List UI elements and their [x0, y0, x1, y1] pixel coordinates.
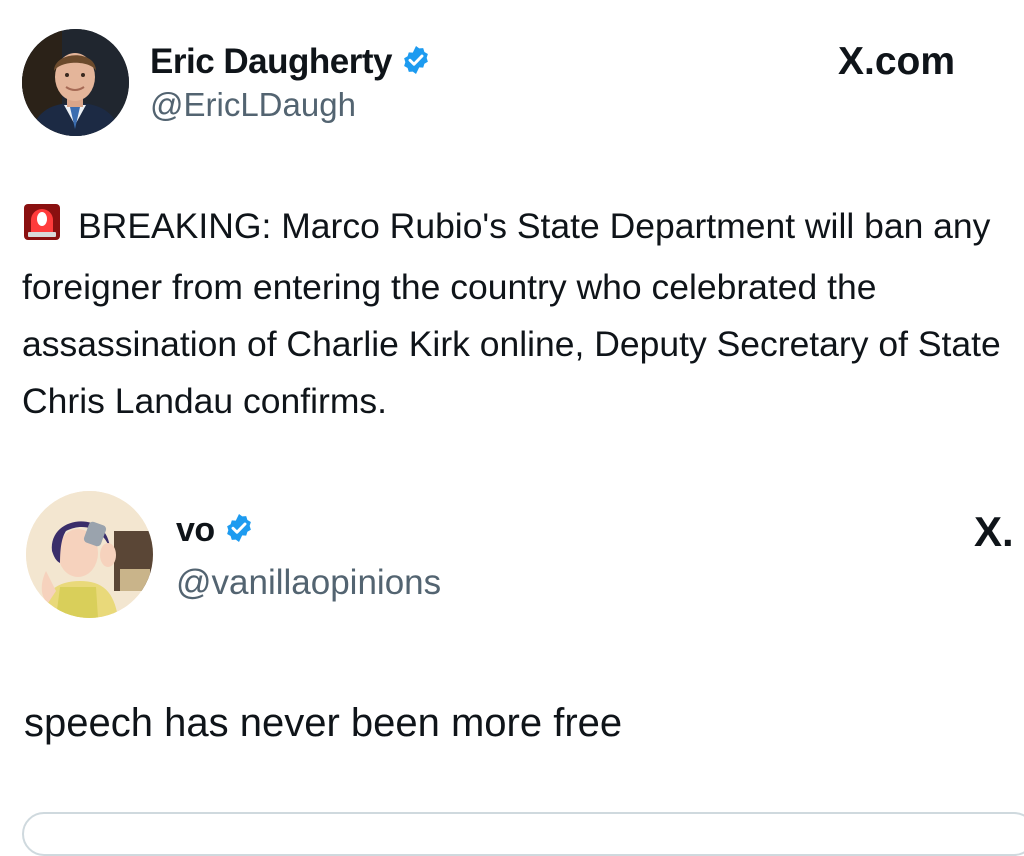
x-brand-label: X. [974, 508, 1014, 556]
avatar[interactable] [26, 491, 153, 618]
brand-text: X.com [838, 40, 956, 83]
brand-text: X. [974, 508, 1014, 555]
tweet-text: BREAKING: Marco Rubio's State Department… [22, 198, 1012, 430]
author-name-row: Eric Daugherty [150, 40, 432, 84]
avatar[interactable] [22, 29, 129, 136]
x-com-label: X.com [838, 40, 955, 84]
tweet-body-text: speech has never been more free [24, 701, 623, 745]
handle[interactable]: @vanillaopinions [176, 563, 441, 603]
handle[interactable]: @EricLDaugh [150, 86, 356, 124]
display-name[interactable]: Eric Daugherty [150, 42, 392, 82]
tweet-vo: vo @vanillaopinions X. speech has never … [0, 460, 1024, 819]
tweet-eric-daugherty: Eric Daugherty @EricLDaugh X.com BREAKIN… [0, 0, 1024, 460]
avatar-anime-character-image [26, 491, 153, 618]
avatar-portrait-image [22, 29, 129, 136]
rotating-light-emoji-icon [22, 202, 62, 259]
verified-badge-icon [223, 512, 255, 549]
verified-badge-icon [400, 44, 432, 81]
tweet-body-text: BREAKING: Marco Rubio's State Department… [22, 206, 1001, 421]
author-name-row: vo [176, 508, 255, 552]
display-name[interactable]: vo [176, 511, 215, 550]
